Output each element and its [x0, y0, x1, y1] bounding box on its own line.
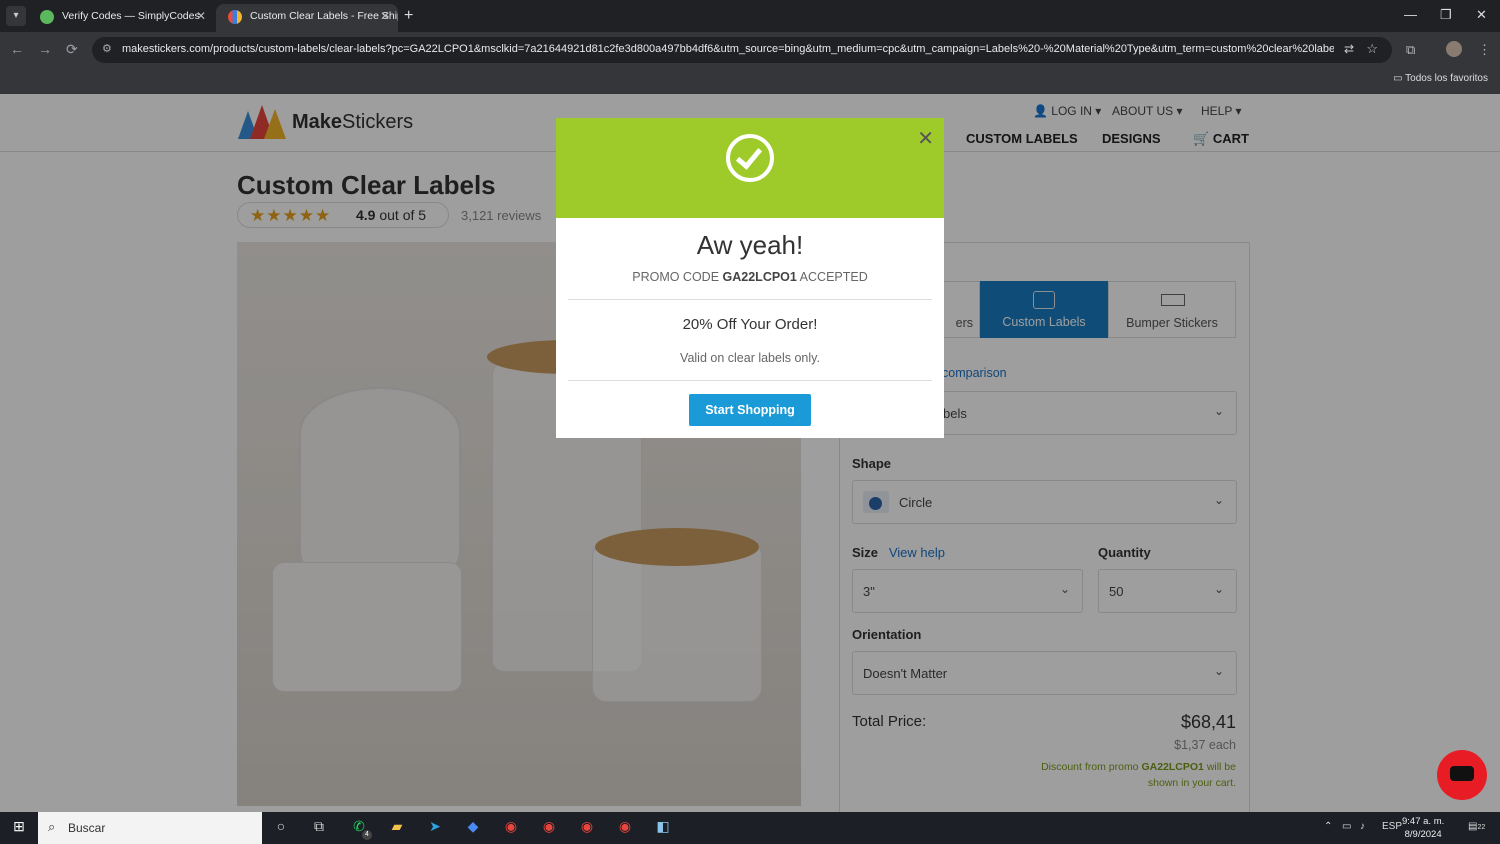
site-info-icon[interactable]: ⚙ — [102, 42, 112, 55]
telegram-icon[interactable]: ➤ — [424, 818, 446, 838]
chrome-icon[interactable]: ◉ — [614, 818, 636, 838]
file-explorer-icon[interactable]: ▰ — [386, 818, 408, 838]
close-tab-icon[interactable]: ✕ — [380, 4, 390, 28]
new-tab-icon[interactable]: + — [404, 6, 413, 26]
page-content: MakeStickers 👤 LOG IN ▾ ABOUT US ▾ HELP … — [0, 94, 1500, 812]
chrome-icon[interactable]: ◉ — [500, 818, 522, 838]
search-placeholder: Buscar — [68, 821, 106, 835]
browser-tab-strip: ▾ Verify Codes — SimplyCodes ✕ Custom Cl… — [0, 0, 1500, 32]
translate-icon[interactable]: ⇄ — [1344, 42, 1354, 56]
tray-chevron-icon[interactable]: ⌃ — [1324, 821, 1332, 832]
taskbar-search[interactable]: ⌕ Buscar — [38, 812, 262, 844]
chrome-icon[interactable]: ◉ — [538, 818, 560, 838]
back-icon[interactable]: ← — [10, 41, 24, 57]
tab-title: Custom Clear Labels - Free Ship — [250, 10, 398, 22]
chrome-icon[interactable]: ◉ — [576, 818, 598, 838]
notifications-badge: 22 — [1477, 824, 1486, 831]
tab-simplycodes[interactable]: Verify Codes — SimplyCodes ✕ — [28, 4, 214, 32]
url-text: makestickers.com/products/custom-labels/… — [122, 43, 1334, 55]
close-tab-icon[interactable]: ✕ — [196, 4, 206, 28]
modal-heading: Aw yeah! — [696, 230, 804, 260]
close-icon[interactable]: ✕ — [917, 126, 934, 151]
cortana-icon[interactable]: ○ — [270, 818, 292, 838]
address-bar[interactable]: ⚙ makestickers.com/products/custom-label… — [92, 37, 1392, 63]
profile-avatar[interactable] — [1446, 41, 1462, 57]
offer-text: 20% Off Your Order! — [682, 316, 818, 333]
restore-icon[interactable]: ❐ — [1440, 7, 1452, 23]
close-window-icon[interactable]: ✕ — [1476, 7, 1487, 23]
whatsapp-icon[interactable]: ✆ 4 — [348, 818, 372, 840]
reload-icon[interactable]: ⟳ — [66, 41, 78, 58]
task-view-icon[interactable]: ⧉ — [308, 818, 330, 838]
makestickers-favicon-icon — [228, 10, 242, 24]
search-icon: ⌕ — [48, 819, 56, 834]
checkmark-icon — [726, 134, 774, 182]
extensions-icon[interactable]: ⧉ — [1406, 42, 1415, 58]
promo-code: GA22LCPO1 — [722, 270, 797, 284]
whatsapp-badge: 4 — [362, 830, 372, 840]
chat-bubble-icon — [1450, 766, 1474, 781]
modal-header — [556, 118, 944, 218]
volume-icon[interactable]: ♪ — [1360, 821, 1365, 832]
notifications-icon[interactable]: ▤22 — [1468, 821, 1485, 832]
network-icon[interactable]: ▭ — [1342, 821, 1351, 832]
tab-search-button[interactable]: ▾ — [6, 6, 26, 26]
bookmarks-bar: ▭ Todos los favoritos — [0, 68, 1500, 94]
promo-suffix: ACCEPTED — [799, 270, 868, 284]
divider — [568, 299, 932, 300]
simplycodes-favicon-icon — [40, 10, 54, 24]
clock-time: 9:47 a. m. — [1402, 816, 1445, 827]
forward-icon[interactable]: → — [38, 41, 52, 57]
app-icon[interactable]: ◧ — [652, 818, 674, 838]
windows-taskbar: ⊞ ⌕ Buscar ○ ⧉ ✆ 4 ▰ ➤ ◆ ◉ ◉ ◉ ◉ ◧ ⌃ ▭ ♪ … — [0, 812, 1500, 844]
language-indicator[interactable]: ESP — [1382, 821, 1402, 832]
chat-button[interactable] — [1437, 750, 1487, 800]
bookmark-star-icon[interactable]: ☆ — [1366, 41, 1378, 57]
promo-prefix: PROMO CODE — [632, 270, 720, 284]
clock-date: 8/9/2024 — [1404, 829, 1442, 840]
promo-message: PROMO CODE GA22LCPO1 ACCEPTED — [556, 270, 944, 284]
menu-icon[interactable]: ⋮ — [1478, 42, 1491, 58]
promo-modal: ✕ Aw yeah! PROMO CODE GA22LCPO1 ACCEPTED… — [556, 118, 944, 438]
windows-start-icon[interactable]: ⊞ — [8, 818, 30, 838]
all-bookmarks-label: Todos los favoritos — [1405, 73, 1488, 84]
browser-toolbar: ← → ⟳ ⚙ makestickers.com/products/custom… — [0, 32, 1500, 68]
start-shopping-button[interactable]: Start Shopping — [689, 394, 811, 426]
all-bookmarks-button[interactable]: ▭ Todos los favoritos — [1393, 73, 1488, 84]
minimize-icon[interactable]: — — [1404, 7, 1417, 22]
tab-makestickers[interactable]: Custom Clear Labels - Free Ship ✕ — [216, 4, 398, 32]
offer-validity: Valid on clear labels only. — [680, 351, 820, 365]
clock[interactable]: 9:47 a. m. 8/9/2024 — [1402, 815, 1444, 841]
divider — [568, 380, 932, 381]
app-icon[interactable]: ◆ — [462, 818, 484, 838]
tab-title: Verify Codes — SimplyCodes — [62, 10, 200, 22]
